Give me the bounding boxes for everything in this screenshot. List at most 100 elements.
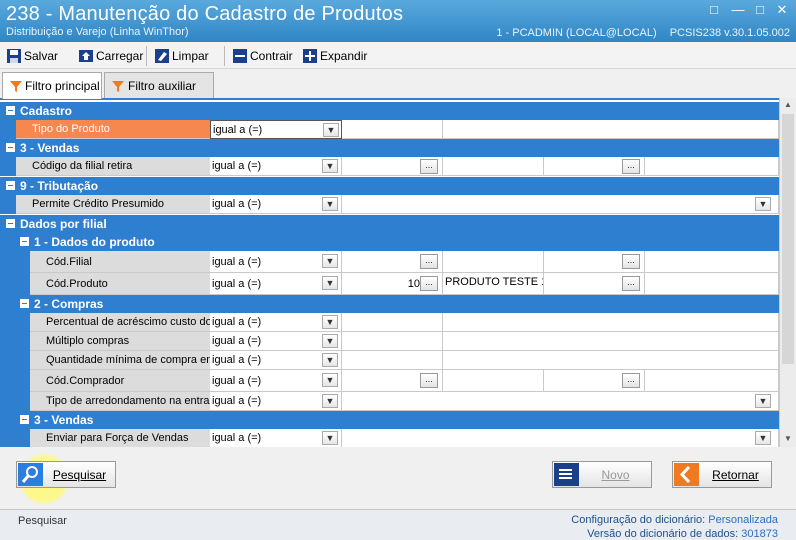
chevron-down-icon[interactable]: ▼ [755,431,771,445]
value-field-2[interactable] [443,332,779,351]
filter-row[interactable]: Cód.Produto igual a (=) ▼ 10 ... PRODUTO… [0,273,779,295]
operator-select[interactable]: igual a (=) ▼ [210,332,342,351]
chevron-down-icon[interactable]: ▼ [755,197,771,211]
expand-button[interactable]: Expandir [302,46,367,65]
scroll-down-icon[interactable]: ▼ [780,434,796,443]
chevron-down-icon[interactable]: ▼ [323,123,339,137]
back-button[interactable]: Retornar [672,461,772,488]
group-header[interactable]: Dados por filial [0,215,779,233]
minimize-alt-icon[interactable]: □ [704,2,724,17]
chevron-down-icon[interactable]: ▼ [322,431,338,445]
chevron-down-icon[interactable]: ▼ [755,394,771,408]
filter-row[interactable]: Quantidade mínima de compra em igual a (… [0,351,779,370]
collapse-toggle-icon[interactable] [6,181,15,190]
filter-row[interactable]: Código da filial retira igual a (=) ▼ ..… [0,157,779,176]
filter-row[interactable]: Permite Crédito Presumido igual a (=) ▼ … [0,195,779,214]
value-select[interactable]: ▼ [342,429,779,447]
chevron-down-icon[interactable]: ▼ [322,254,338,268]
scroll-up-icon[interactable]: ▲ [780,100,796,109]
collapse-toggle-icon[interactable] [20,299,29,308]
lookup-button[interactable]: ... [420,254,438,269]
chevron-down-icon[interactable]: ▼ [322,276,338,290]
operator-select[interactable]: igual a (=) ▼ [210,392,342,411]
filter-row[interactable]: Enviar para Força de Vendas igual a (=) … [0,429,779,447]
tab-aux-filter[interactable]: Filtro auxiliar [104,72,214,98]
lookup-button[interactable]: ... [420,373,438,388]
value-field-2[interactable] [443,351,779,370]
maximize-icon[interactable]: □ [750,2,770,17]
lookup-button[interactable]: ... [622,276,640,291]
filter-row[interactable]: Tipo do Produto igual a (=) ▼ [0,120,779,139]
value-field[interactable] [342,332,443,351]
lookup-button[interactable]: ... [622,254,640,269]
collapse-toggle-icon[interactable] [6,106,15,115]
filter-row[interactable]: Percentual de acréscimo custo do igual a… [0,313,779,332]
status-text: Pesquisar [18,515,67,527]
filter-row[interactable]: Cód.Filial igual a (=) ▼ ... ... [0,251,779,273]
chevron-down-icon[interactable]: ▼ [322,373,338,387]
operator-select[interactable]: igual a (=) ▼ [210,251,342,273]
lookup-button[interactable]: ... [622,159,640,174]
search-button[interactable]: Pesquisar [16,461,116,488]
operator-select[interactable]: igual a (=) ▼ [210,157,342,176]
lookup-button[interactable]: ... [622,373,640,388]
chevron-down-icon[interactable]: ▼ [322,394,338,408]
filter-row[interactable]: Múltiplo compras igual a (=) ▼ [0,332,779,351]
value-field[interactable] [342,120,443,139]
value-select[interactable]: ▼ [342,392,779,411]
minimize-icon[interactable]: — [728,2,748,17]
filter-icon [111,79,125,93]
value-field[interactable]: ... [342,251,443,273]
value-field[interactable] [342,313,443,332]
tab-aux-label: Filtro auxiliar [128,78,197,93]
value-field-2[interactable] [443,313,779,332]
collapse-toggle-icon[interactable] [6,143,15,152]
save-button[interactable]: Salvar [6,46,58,65]
collapse-toggle-icon[interactable] [20,237,29,246]
chevron-down-icon[interactable]: ▼ [322,315,338,329]
group-header[interactable]: Cadastro [0,102,779,120]
subgroup-header[interactable]: 1 - Dados do produto [0,233,779,251]
chevron-down-icon[interactable]: ▼ [322,197,338,211]
operator-select[interactable]: igual a (=) ▼ [210,195,342,214]
value-field-2[interactable]: ... [544,251,645,273]
operator-select[interactable]: igual a (=) ▼ [210,120,342,139]
operator-select[interactable]: igual a (=) ▼ [210,313,342,332]
chevron-down-icon[interactable]: ▼ [322,353,338,367]
value-field-2[interactable]: ... [544,157,645,176]
value-field[interactable]: 10 ... [342,273,443,295]
operator-select[interactable]: igual a (=) ▼ [210,429,342,447]
value-field[interactable] [342,351,443,370]
operator-select[interactable]: igual a (=) ▼ [210,370,342,392]
lookup-button[interactable]: ... [420,159,438,174]
collapse-toggle-icon[interactable] [20,415,29,424]
filter-row[interactable]: Cód.Comprador igual a (=) ▼ ... ... [0,370,779,392]
value-field-2[interactable] [443,120,779,139]
close-icon[interactable]: ✕ [772,2,792,18]
subgroup-header[interactable]: 3 - Vendas [0,411,779,429]
operator-select[interactable]: igual a (=) ▼ [210,351,342,370]
group-header[interactable]: 3 - Vendas [0,139,779,157]
group-header[interactable]: 9 - Tributação [0,177,779,195]
tab-main-filter[interactable]: Filtro principal [2,72,102,99]
operator-select[interactable]: igual a (=) ▼ [210,273,342,295]
new-button[interactable]: Novo [552,461,652,488]
value-select[interactable]: ▼ [342,195,779,214]
value-field[interactable]: ... [342,370,443,392]
collapse-button[interactable]: Contrair [232,46,293,65]
value-field[interactable]: ... [342,157,443,176]
lookup-button[interactable]: ... [420,276,438,291]
chevron-down-icon[interactable]: ▼ [322,159,338,173]
desc-field-2 [645,370,779,392]
subgroup-header[interactable]: 2 - Compras [0,295,779,313]
load-button[interactable]: Carregar [78,46,143,65]
clear-button[interactable]: Limpar [154,46,209,65]
filter-label: Tipo de arredondamento na entra [30,392,210,411]
grid-scrollbar[interactable]: ▲ ▼ [779,98,796,447]
filter-row[interactable]: Tipo de arredondamento na entra igual a … [0,392,779,411]
value-field-2[interactable]: ... [544,273,645,295]
scroll-thumb[interactable] [782,114,794,364]
value-field-2[interactable]: ... [544,370,645,392]
collapse-toggle-icon[interactable] [6,219,15,228]
chevron-down-icon[interactable]: ▼ [322,334,338,348]
